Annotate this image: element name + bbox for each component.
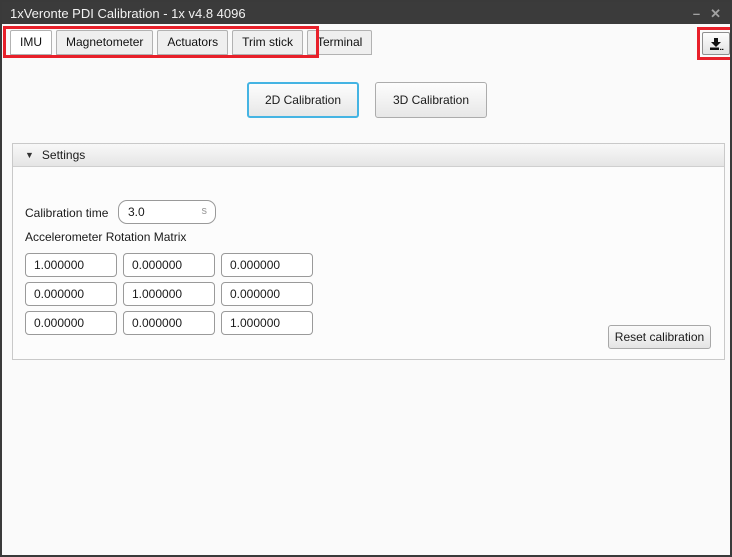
- settings-body: Calibration time s Accelerometer Rotatio…: [13, 167, 724, 359]
- matrix-cell-1-1[interactable]: [123, 282, 215, 306]
- 3d-calibration-button[interactable]: 3D Calibration: [375, 82, 487, 118]
- tab-terminal[interactable]: Terminal: [307, 30, 372, 55]
- reset-calibration-button[interactable]: Reset calibration: [608, 325, 711, 349]
- matrix-cell-0-0[interactable]: [25, 253, 117, 277]
- calibration-time-label: Calibration time: [25, 206, 108, 220]
- tab-bar: IMU Magnetometer Actuators Trim stick Te…: [10, 30, 372, 55]
- calibration-time-unit: s: [202, 205, 208, 217]
- app-window: 1xVeronte PDI Calibration - 1x v4.8 4096…: [0, 0, 732, 557]
- matrix-cell-2-0[interactable]: [25, 311, 117, 335]
- matrix-cell-0-1[interactable]: [123, 253, 215, 277]
- rotation-matrix-label: Accelerometer Rotation Matrix: [25, 230, 186, 244]
- tab-trim-stick[interactable]: Trim stick: [232, 30, 303, 55]
- matrix-cell-2-2[interactable]: [221, 311, 313, 335]
- tab-imu[interactable]: IMU: [10, 30, 52, 55]
- settings-header-label: Settings: [42, 148, 85, 162]
- tab-actuators[interactable]: Actuators: [157, 30, 228, 55]
- collapse-triangle-icon: ▼: [25, 150, 34, 160]
- download-icon: [708, 37, 724, 51]
- matrix-cell-0-2[interactable]: [221, 253, 313, 277]
- close-icon[interactable]: ✕: [710, 7, 721, 20]
- titlebar: 1xVeronte PDI Calibration - 1x v4.8 4096…: [2, 2, 730, 24]
- 2d-calibration-button[interactable]: 2D Calibration: [247, 82, 359, 118]
- settings-header[interactable]: ▼ Settings: [13, 144, 724, 167]
- settings-panel: ▼ Settings Calibration time s Accelerome…: [12, 143, 725, 360]
- matrix-cell-2-1[interactable]: [123, 311, 215, 335]
- rotation-matrix-grid: [25, 253, 313, 335]
- matrix-cell-1-0[interactable]: [25, 282, 117, 306]
- window-controls: – ✕: [693, 7, 730, 20]
- minimize-icon[interactable]: –: [693, 7, 700, 20]
- tab-magnetometer[interactable]: Magnetometer: [56, 30, 153, 55]
- window-title: 1xVeronte PDI Calibration - 1x v4.8 4096: [2, 6, 246, 21]
- calibration-time-field-wrap: s: [118, 200, 216, 224]
- download-button[interactable]: [702, 32, 730, 55]
- matrix-cell-1-2[interactable]: [221, 282, 313, 306]
